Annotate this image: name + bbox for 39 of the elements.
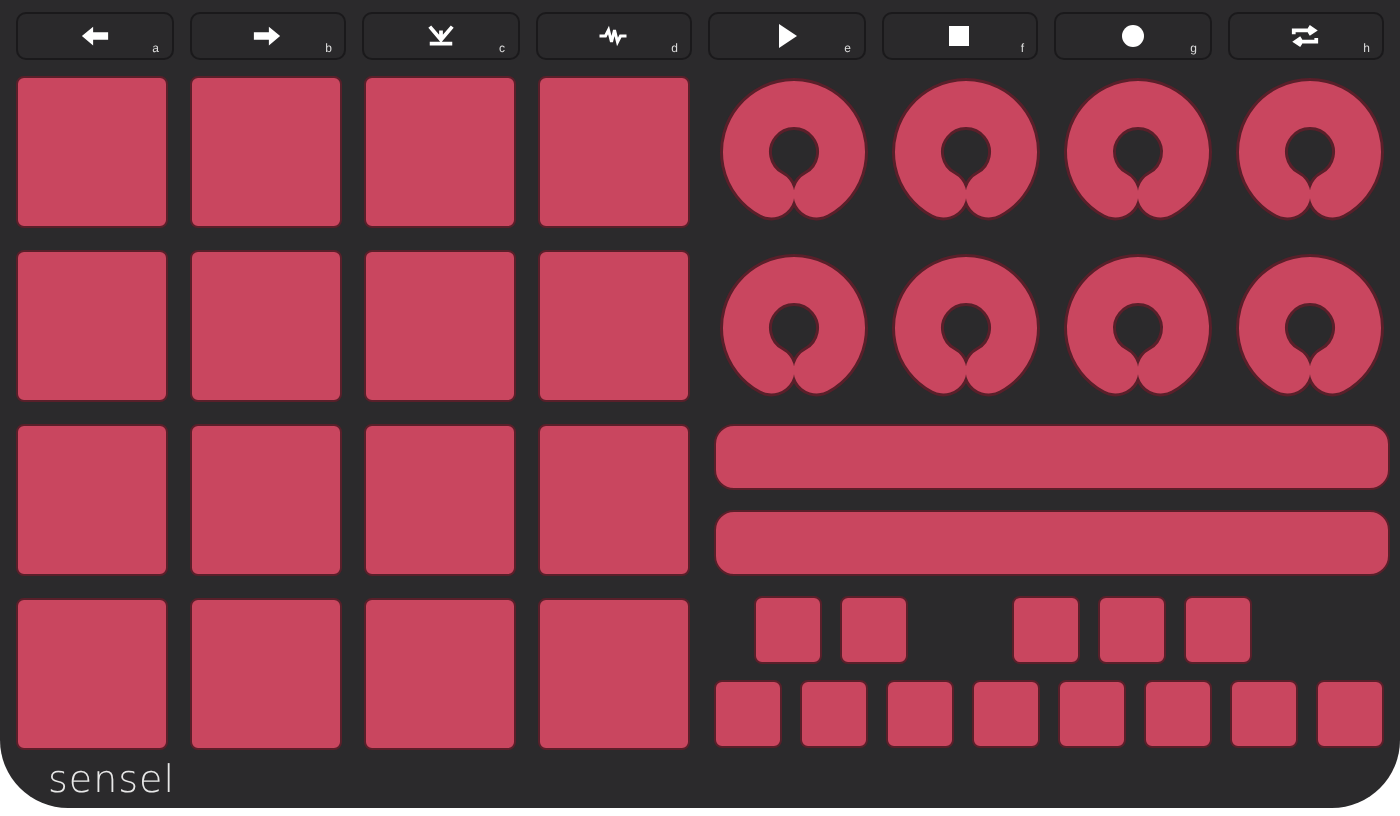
drum-pad[interactable] — [16, 424, 168, 576]
drum-pad[interactable] — [364, 424, 516, 576]
drum-pad[interactable] — [538, 424, 690, 576]
slider-strip[interactable] — [714, 424, 1390, 490]
small-key[interactable] — [1012, 596, 1080, 664]
drum-pad[interactable] — [538, 250, 690, 402]
drum-pad[interactable] — [190, 598, 342, 750]
small-key[interactable] — [1316, 680, 1384, 748]
drum-pad[interactable] — [190, 76, 342, 228]
merge-arrow-icon — [425, 24, 456, 48]
drum-pad[interactable] — [16, 76, 168, 228]
drum-pad[interactable] — [16, 250, 168, 402]
small-key[interactable] — [886, 680, 954, 748]
small-key[interactable] — [754, 596, 822, 664]
drum-pad[interactable] — [364, 598, 516, 750]
drum-pad[interactable] — [364, 250, 516, 402]
waveform-icon — [598, 24, 629, 48]
small-key[interactable] — [1058, 680, 1126, 748]
drum-pad[interactable] — [190, 424, 342, 576]
slider-strip[interactable] — [714, 510, 1390, 576]
small-key[interactable] — [800, 680, 868, 748]
drum-pad[interactable] — [538, 598, 690, 750]
record-icon — [1117, 24, 1148, 48]
right-arrow-icon — [252, 24, 283, 48]
brand-logo: sensel — [48, 758, 175, 802]
drum-pad[interactable] — [538, 76, 690, 228]
small-key[interactable] — [972, 680, 1040, 748]
stop-icon — [944, 24, 975, 48]
small-key[interactable] — [714, 680, 782, 748]
drum-pad[interactable] — [16, 598, 168, 750]
drum-pad[interactable] — [190, 250, 342, 402]
small-key[interactable] — [840, 596, 908, 664]
small-key[interactable] — [1230, 680, 1298, 748]
drum-pad[interactable] — [364, 76, 516, 228]
small-key[interactable] — [1098, 596, 1166, 664]
left-arrow-icon — [79, 24, 110, 48]
small-key[interactable] — [1184, 596, 1252, 664]
small-key[interactable] — [1144, 680, 1212, 748]
loop-icon — [1290, 24, 1321, 48]
